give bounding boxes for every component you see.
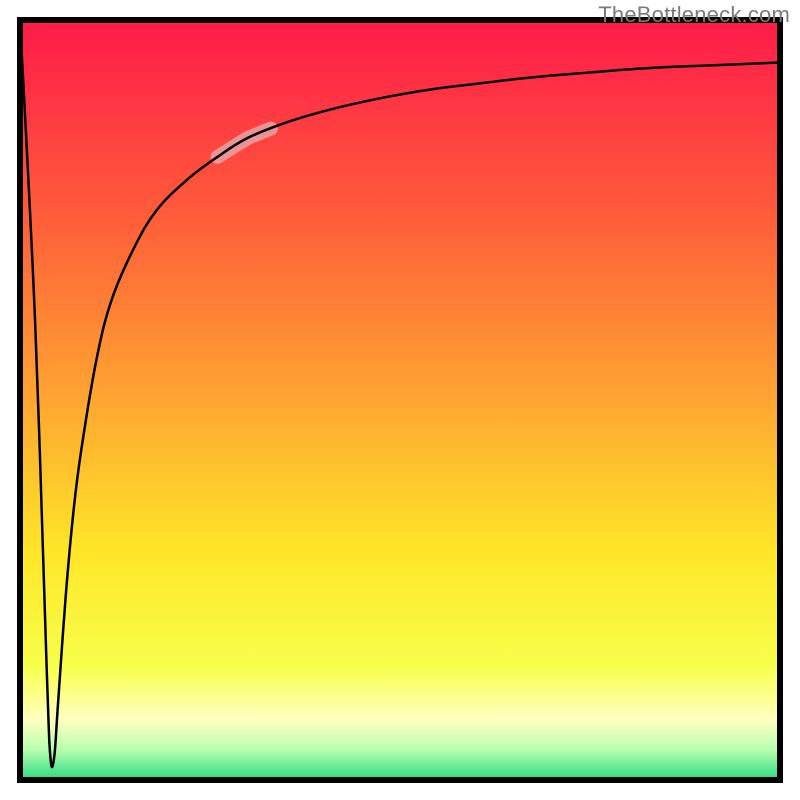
bottleneck-chart xyxy=(0,0,800,800)
plot-background xyxy=(20,20,780,780)
watermark-text: TheBottleneck.com xyxy=(598,2,790,28)
